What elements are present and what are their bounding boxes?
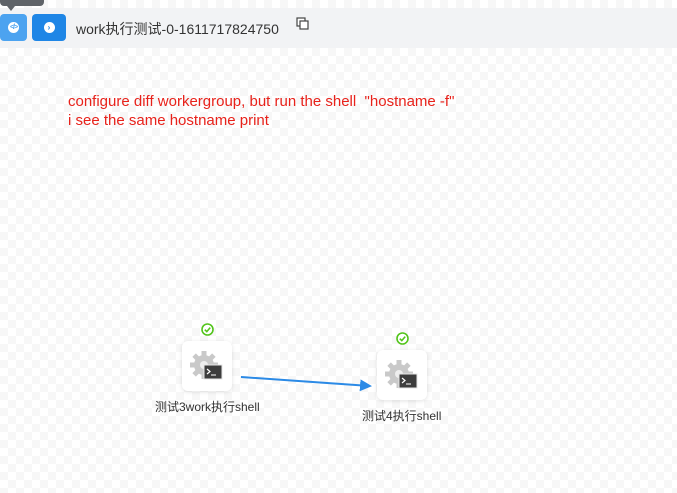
task-node-2[interactable] [377,350,427,400]
shell-task-icon [385,360,418,389]
success-check-icon [396,332,409,345]
dag-edge[interactable] [0,0,677,493]
success-check-icon [201,323,214,336]
task-node-1-label: 测试3work执行shell [155,400,260,414]
task-node-1[interactable] [182,341,232,391]
task-node-2-label: 测试4执行shell [362,409,442,423]
shell-task-icon [190,351,223,380]
